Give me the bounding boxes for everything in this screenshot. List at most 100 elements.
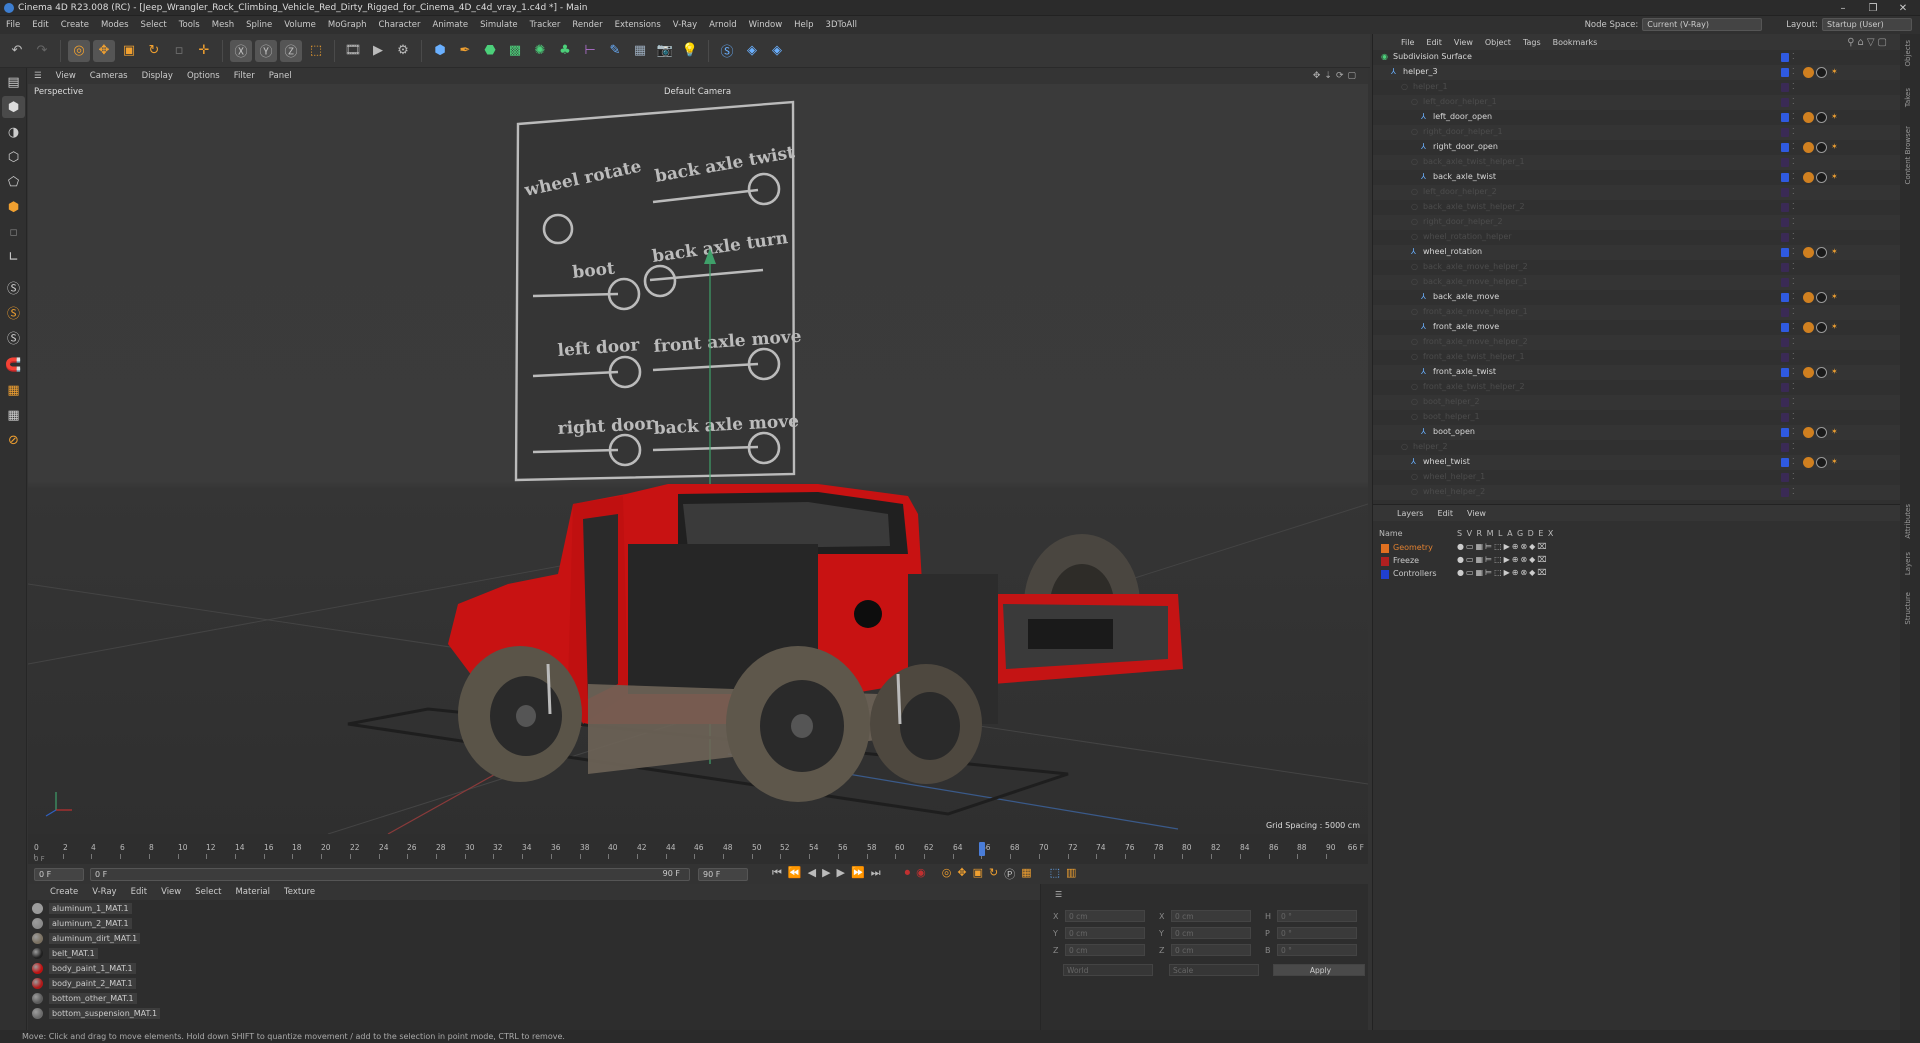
obj-menu-object[interactable]: Object (1485, 38, 1511, 47)
menu-mesh[interactable]: Mesh (212, 20, 234, 30)
snap-icon[interactable]: 🧲 (2, 354, 25, 376)
layer-flag-icons[interactable]: ●▭▦⊨⬚▶⊕⊗◆⌧ (1457, 555, 1549, 564)
vp-menu-panel[interactable]: Panel (269, 71, 292, 81)
visibility-dots-icon[interactable]: ⁚ (1792, 472, 1795, 481)
pos-y-field[interactable]: 0 cm (1065, 927, 1145, 939)
python-script-icon[interactable]: ◈ (741, 40, 763, 62)
visibility-dots-icon[interactable]: ⁚ (1792, 247, 1795, 256)
layer-color-tag[interactable] (1781, 473, 1789, 482)
material-tag-icon[interactable] (1816, 247, 1827, 258)
render-region-icon[interactable]: 🎞 (342, 40, 364, 62)
x-axis-lock-icon[interactable]: Ⓧ (230, 39, 252, 62)
motion-tracks-icon[interactable]: ⬚ (1050, 866, 1060, 882)
vray-icon[interactable]: Ⓢ (716, 40, 738, 62)
visibility-dots-icon[interactable]: ⁚ (1792, 442, 1795, 451)
material-item[interactable]: body_paint_2_MAT.1 (28, 976, 1040, 991)
constraint-tag-icon[interactable] (1803, 457, 1814, 468)
rot-p-field[interactable]: 0 ° (1277, 927, 1357, 939)
menu-spline[interactable]: Spline (246, 20, 272, 30)
3d-viewport[interactable]: Perspective Default Camera wheel rotate … (28, 84, 1368, 834)
solo-icon[interactable]: Ⓢ (2, 276, 25, 298)
visibility-dots-icon[interactable]: ⁚ (1792, 127, 1795, 136)
visibility-dots-icon[interactable]: ⁚ (1792, 232, 1795, 241)
solo-off-icon[interactable]: Ⓢ (2, 326, 25, 348)
layer-color-tag[interactable] (1781, 488, 1789, 497)
tab-attributes[interactable]: Attributes (1904, 504, 1912, 539)
mat-menu-vray[interactable]: V-Ray (92, 887, 116, 897)
visibility-dots-icon[interactable]: ⁚ (1792, 427, 1795, 436)
edges-mode-icon[interactable]: ⬠ (2, 171, 25, 193)
menu-create[interactable]: Create (61, 20, 89, 30)
keyframe-selection-icon[interactable]: ◎ (942, 866, 952, 882)
size-x-field[interactable]: 0 cm (1171, 910, 1251, 922)
vp-menu-filter[interactable]: Filter (234, 71, 255, 81)
polygons-mode-icon[interactable]: ⬢ (2, 196, 25, 218)
visibility-dots-icon[interactable]: ⁚ (1792, 487, 1795, 496)
next-frame-icon[interactable]: ▶ (837, 866, 845, 882)
recent-tools-icon[interactable]: ▫ (168, 40, 190, 62)
object-row[interactable]: ○ left_door_helper_2 ⁚ (1373, 185, 1901, 200)
object-row[interactable]: ○ helper_1 ⁚ (1373, 80, 1901, 95)
timeline-window-icon[interactable]: ▥ (1066, 866, 1076, 882)
object-row[interactable]: ⅄ helper_3 ⁚ ✶ (1373, 65, 1901, 80)
constraint-tag-icon[interactable] (1803, 67, 1814, 78)
material-item[interactable]: belt_MAT.1 (28, 946, 1040, 961)
layer-color-tag[interactable] (1781, 68, 1789, 77)
timeline-ruler[interactable]: 0 2 4 6 8 10 12 14 16 18 20 22 24 26 28 30 32 34 36 38 40 42 4… (28, 834, 1368, 864)
uv-mode-icon[interactable]: ▫ (2, 221, 25, 243)
material-tag-icon[interactable] (1816, 322, 1827, 333)
vp-menu-cameras[interactable]: Cameras (90, 71, 128, 81)
visibility-dots-icon[interactable]: ⁚ (1792, 412, 1795, 421)
python-script-2-icon[interactable]: ◈ (766, 40, 788, 62)
layer-color-tag[interactable] (1781, 248, 1789, 257)
object-row[interactable]: ○ back_axle_twist_helper_2 ⁚ (1373, 200, 1901, 215)
record-icon[interactable]: ⏺ (905, 866, 911, 882)
points-mode-icon[interactable]: ⬡ (2, 146, 25, 168)
object-row[interactable]: ⅄ left_door_open ⁚ ✶ (1373, 110, 1901, 125)
solo-hierarchy-icon[interactable]: Ⓢ (2, 301, 25, 323)
layer-color-tag[interactable] (1781, 338, 1789, 347)
constraint-tag-icon[interactable] (1803, 172, 1814, 183)
redo-icon[interactable]: ↷ (31, 40, 53, 62)
world-coords-icon[interactable]: ⬚ (305, 40, 327, 62)
scale-tool-icon[interactable]: ▣ (118, 40, 140, 62)
layer-color-swatch[interactable] (1381, 544, 1389, 553)
field-icon[interactable]: ⊢ (579, 40, 601, 62)
material-tag-icon[interactable] (1816, 427, 1827, 438)
material-tag-icon[interactable] (1816, 142, 1827, 153)
key-rotation-icon[interactable]: ↻ (989, 866, 998, 882)
material-item[interactable]: body_paint_1_MAT.1 (28, 961, 1040, 976)
material-tag-icon[interactable] (1816, 367, 1827, 378)
visibility-dots-icon[interactable]: ⁚ (1792, 292, 1795, 301)
object-row[interactable]: ○ boot_helper_2 ⁚ (1373, 395, 1901, 410)
menu-tools[interactable]: Tools (179, 20, 200, 30)
texture-mode-icon[interactable]: ◑ (2, 121, 25, 143)
object-search-icons[interactable]: ⚲⌂▽▢ (1847, 37, 1890, 48)
cloner-icon[interactable]: ▩ (504, 40, 526, 62)
layer-color-tag[interactable] (1781, 428, 1789, 437)
coords-menu-icon[interactable]: ☰ (1055, 890, 1062, 899)
layer-flag-icons[interactable]: ●▭▦⊨⬚▶⊕⊗◆⌧ (1457, 542, 1549, 551)
menu-volume[interactable]: Volume (284, 20, 316, 30)
object-row[interactable]: ⅄ wheel_twist ⁚ ✶ (1373, 455, 1901, 470)
layer-color-tag[interactable] (1781, 458, 1789, 467)
render-settings-icon[interactable]: ⚙ (392, 40, 414, 62)
object-row[interactable]: ○ back_axle_move_helper_2 ⁚ (1373, 260, 1901, 275)
size-z-field[interactable]: 0 cm (1171, 944, 1251, 956)
material-item[interactable]: aluminum_1_MAT.1 (28, 901, 1040, 916)
layer-color-tag[interactable] (1781, 53, 1789, 62)
tab-takes[interactable]: Takes (1904, 88, 1912, 107)
layer-color-tag[interactable] (1781, 383, 1789, 392)
material-item[interactable]: bottom_other_MAT.1 (28, 991, 1040, 1006)
material-tag-icon[interactable] (1816, 112, 1827, 123)
constraint-tag-icon[interactable] (1803, 367, 1814, 378)
tab-structure[interactable]: Structure (1904, 592, 1912, 625)
object-row[interactable]: ○ wheel_helper_2 ⁚ (1373, 485, 1901, 500)
menu-modes[interactable]: Modes (101, 20, 129, 30)
object-row[interactable]: ○ wheel_helper_1 ⁚ (1373, 470, 1901, 485)
material-item[interactable]: bottom_suspension_MAT.1 (28, 1006, 1040, 1021)
viewport-nav-icons[interactable]: ✥⇣⟳▢ (1313, 71, 1360, 81)
object-row[interactable]: ○ back_axle_move_helper_1 ⁚ (1373, 275, 1901, 290)
z-axis-lock-icon[interactable]: Ⓩ (280, 39, 302, 62)
max-frame-field[interactable]: 90 F (698, 867, 748, 881)
